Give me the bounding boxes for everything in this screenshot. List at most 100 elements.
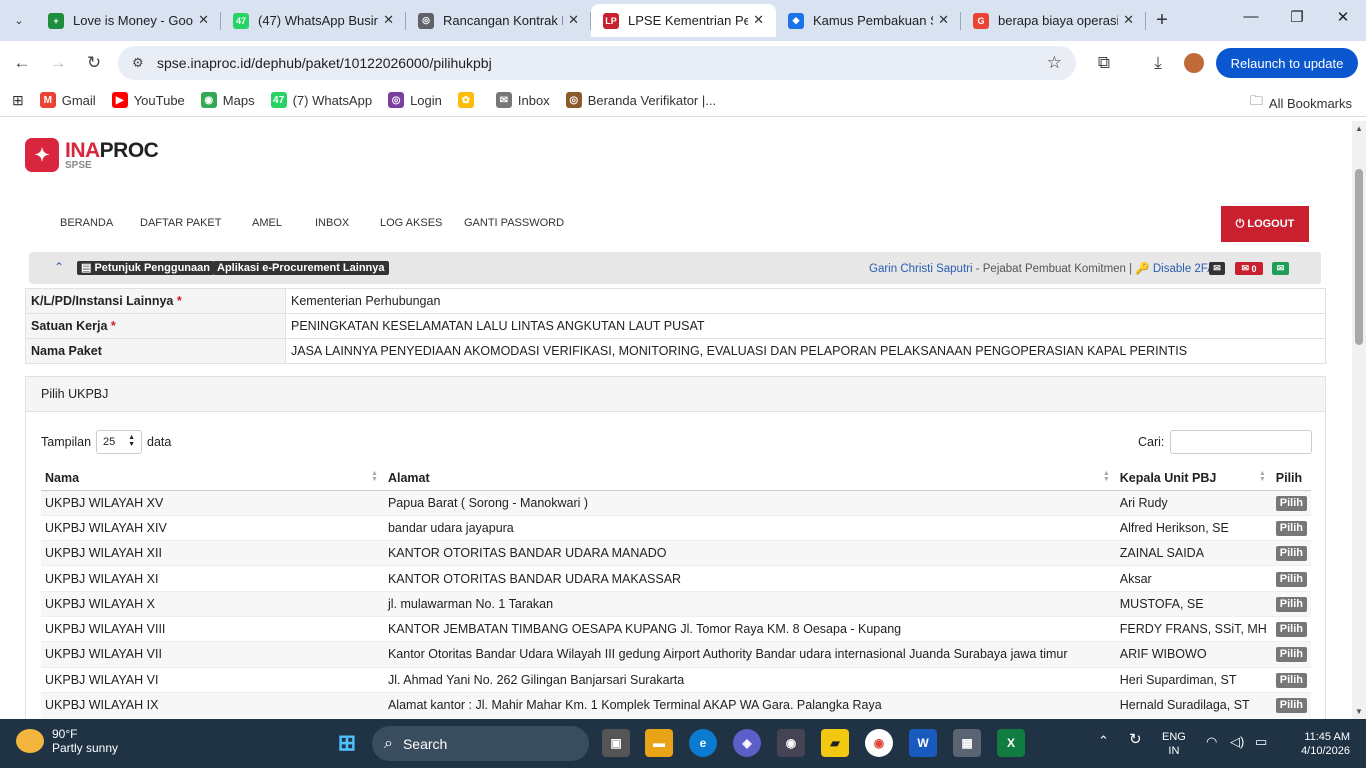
pilih-button[interactable]: Pilih <box>1275 647 1307 663</box>
start-button[interactable]: ⊞ <box>333 729 361 757</box>
clock[interactable]: 11:45 AM 4/10/2026 <box>1290 730 1350 758</box>
guide-link[interactable]: ▤ Petunjuk Penggunaan <box>77 261 214 275</box>
message-icon[interactable]: ✉ <box>1209 262 1225 275</box>
browser-tab[interactable]: + Love is Money - Goo ✕ <box>36 4 221 37</box>
browser-tab[interactable]: LP LPSE Kementrian Perl ✕ <box>591 4 776 37</box>
pilih-button[interactable]: Pilih <box>1275 622 1307 638</box>
volume-icon[interactable]: ◁) <box>1230 735 1244 749</box>
nav-log-akses[interactable]: LOG AKSES <box>380 217 464 229</box>
pilih-button[interactable]: Pilih <box>1275 571 1307 587</box>
sync-icon[interactable]: ↻ <box>1129 732 1142 747</box>
bookmark-star-icon[interactable]: ☆ <box>1047 53 1062 73</box>
bookmark-item[interactable]: ◎ Login <box>388 92 442 108</box>
bookmark-item[interactable]: ▶ YouTube <box>111 92 185 108</box>
pilih-button[interactable]: Pilih <box>1275 672 1307 688</box>
nav-daftar-paket[interactable]: DAFTAR PAKET <box>140 217 252 229</box>
user-name[interactable]: Garin Christi Saputri <box>869 263 973 275</box>
bookmark-item[interactable]: 47 (7) WhatsApp <box>270 92 373 108</box>
calculator-icon[interactable]: ▦ <box>953 729 981 757</box>
edge-icon[interactable]: e <box>689 729 717 757</box>
pilih-button[interactable]: Pilih <box>1275 495 1307 511</box>
downloads-icon[interactable]: ⤓ <box>1146 51 1170 75</box>
pilih-button[interactable]: Pilih <box>1275 520 1307 536</box>
pilih-button[interactable]: Pilih <box>1275 546 1307 562</box>
close-tab-icon[interactable]: ✕ <box>198 12 209 28</box>
close-window-button[interactable]: ✕ <box>1328 8 1358 26</box>
browser-tab[interactable]: ◎ Rancangan Kontrak P ✕ <box>406 4 591 37</box>
reload-button[interactable]: ↻ <box>82 51 106 75</box>
profile-avatar[interactable] <box>1184 53 1204 73</box>
forward-button[interactable]: → <box>46 51 70 75</box>
browser-tab[interactable]: Gberapa biaya operasi ✕ <box>961 4 1146 37</box>
close-tab-icon[interactable]: ✕ <box>1123 12 1134 28</box>
bookmark-favicon-icon: ◎ <box>388 92 405 108</box>
taskbar-search[interactable]: ⌕ Search <box>372 726 589 761</box>
chrome-icon[interactable]: ◉ <box>865 729 893 757</box>
cell-nama: UKPBJ WILAYAH IX <box>41 691 384 718</box>
inaproc-logo[interactable]: ✦ INAPROC SPSE <box>25 138 159 172</box>
close-tab-icon[interactable]: ✕ <box>938 12 949 28</box>
browser-tab[interactable]: 47 (47) WhatsApp Busin ✕ <box>221 4 406 37</box>
tab-search-button[interactable]: ⌄ <box>6 8 32 32</box>
excel-icon[interactable]: X <box>997 729 1025 757</box>
wifi-icon[interactable]: ◠ <box>1206 735 1217 749</box>
tab-favicon-icon: ◆ <box>788 12 804 29</box>
column-header-alamat[interactable]: Alamat ▲ ▼ <box>383 466 1116 491</box>
scroll-up-icon[interactable]: ▲ <box>1355 124 1363 133</box>
file-explorer-icon[interactable]: ▬ <box>645 729 673 757</box>
logout-button[interactable]: ⏻ LOGOUT <box>1221 206 1309 242</box>
camera-icon[interactable]: ◉ <box>777 729 805 757</box>
nav-beranda[interactable]: BERANDA <box>60 217 140 229</box>
scroll-down-icon[interactable]: ▼ <box>1355 707 1363 716</box>
pilih-button[interactable]: Pilih <box>1275 596 1307 612</box>
mail-count-badge[interactable]: ✉ 0 <box>1235 262 1263 275</box>
taskbar: 90°F Partly sunny ⊞ ⌕ Search ▣ ▬ e ◈ ◉ ▰… <box>0 719 1366 768</box>
column-header-kepala[interactable]: Kepala Unit PBJ ▲ ▼ <box>1115 466 1272 491</box>
page-length-select[interactable]: 25 ▲ ▼ <box>96 430 143 454</box>
close-tab-icon[interactable]: ✕ <box>568 12 579 28</box>
extensions-icon[interactable]: ⧉ <box>1092 51 1116 75</box>
bookmark-item[interactable]: ◉ Maps <box>200 92 255 108</box>
site-info-icon[interactable]: ⚙ <box>132 55 152 71</box>
column-header-nama[interactable]: Nama ▲ ▼ <box>41 466 384 491</box>
weather-widget[interactable]: 90°F Partly sunny <box>16 727 118 755</box>
close-tab-icon[interactable]: ✕ <box>753 12 764 28</box>
address-bar[interactable]: ⚙ spse.inaproc.id/dephub/paket/101220260… <box>118 46 1076 80</box>
bookmarks-bar: ⊞ M Gmail ▶ YouTube ◉ Maps 47 (7) WhatsApp ◎ Logi… <box>0 84 1366 117</box>
all-bookmarks-button[interactable]: 🗀 All Bookmarks <box>1250 92 1352 114</box>
browser-tab[interactable]: ◆ Kamus Pembakuan St ✕ <box>776 4 961 37</box>
table-row: UKPBJ WILAYAH Xjl. mulawarman No. 1 Tara… <box>41 590 1311 617</box>
apps-icon[interactable]: ⊞ <box>12 92 24 109</box>
back-button[interactable]: ← <box>10 51 34 75</box>
tray-chevron-icon[interactable]: ⌃ <box>1098 734 1109 748</box>
other-apps-link[interactable]: Aplikasi e-Procurement Lainnya <box>213 261 389 275</box>
copilot-icon[interactable]: ◈ <box>733 729 761 757</box>
relaunch-button[interactable]: Relaunch to update <box>1216 48 1358 78</box>
new-tab-button[interactable]: + <box>1150 8 1174 32</box>
search-input[interactable] <box>1170 430 1313 454</box>
bookmark-item[interactable]: M Gmail <box>39 92 96 108</box>
sticky-notes-icon[interactable]: ▰ <box>821 729 849 757</box>
word-icon[interactable]: W <box>909 729 937 757</box>
bookmark-label: (7) WhatsApp <box>292 92 373 108</box>
bookmark-item[interactable]: ✿ <box>457 92 480 108</box>
bookmark-item[interactable]: ✉ Inbox <box>495 92 550 108</box>
collapse-chevron-icon[interactable]: ⌃ <box>54 260 64 274</box>
detail-value: PENINGKATAN KESELAMATAN LALU LINTAS ANGK… <box>285 313 1326 339</box>
scrollbar-thumb[interactable] <box>1355 169 1363 345</box>
close-tab-icon[interactable]: ✕ <box>383 12 394 28</box>
nav-ganti-password[interactable]: GANTI PASSWORD <box>464 217 574 229</box>
envelope-open-icon[interactable]: ✉ <box>1272 262 1289 275</box>
maximize-button[interactable]: ❐ <box>1282 8 1312 26</box>
nav-inbox[interactable]: INBOX <box>315 217 380 229</box>
pilih-button[interactable]: Pilih <box>1275 698 1307 714</box>
page-scrollbar[interactable]: ▲ ▼ <box>1352 121 1366 719</box>
task-view-icon[interactable]: ▣ <box>602 729 630 757</box>
ukpbj-table: Nama ▲ ▼ Alamat ▲ ▼ Kepala Unit PBJ ▲ ▼ Pilih … <box>41 466 1311 718</box>
bookmark-item[interactable]: ◎ Beranda Verifikator |... <box>565 92 716 108</box>
nav-amel[interactable]: AMEL <box>252 217 315 229</box>
disable-2fa-link[interactable]: 🔑 Disable 2FA <box>1135 263 1215 275</box>
battery-icon[interactable]: ▭ <box>1255 735 1267 749</box>
language-indicator[interactable]: ENG IN <box>1162 730 1186 758</box>
minimize-button[interactable]: — <box>1236 8 1266 25</box>
